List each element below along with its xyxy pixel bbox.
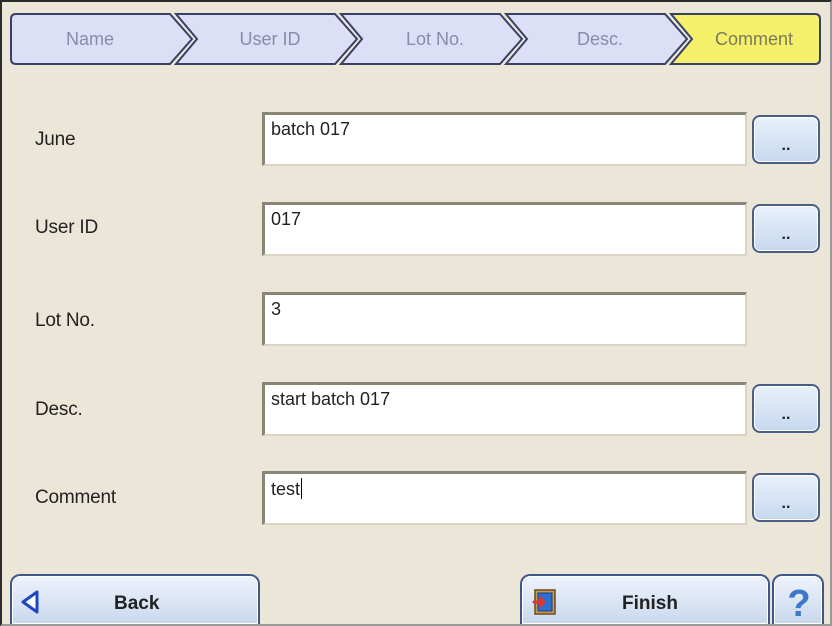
name-input[interactable]: batch 017	[262, 112, 747, 166]
step-name[interactable]: Name	[10, 13, 194, 65]
back-button-label: Back	[114, 593, 160, 614]
help-button[interactable]: ?	[772, 574, 824, 625]
comment-input[interactable]: test	[262, 471, 747, 525]
step-lot-no[interactable]: Lot No.	[338, 13, 524, 65]
ellipsis-icon: ..	[781, 226, 791, 243]
field-label-lot-no: Lot No.	[35, 310, 95, 331]
name-input-value: batch 017	[271, 119, 351, 139]
user-id-picker-button[interactable]: ..	[752, 204, 820, 253]
comment-input-value: test	[271, 479, 301, 499]
question-mark-icon: ?	[787, 583, 811, 625]
step-desc[interactable]: Desc.	[503, 13, 689, 65]
desc-input[interactable]: start batch 017	[262, 382, 747, 436]
step-user-id[interactable]: User ID	[173, 13, 359, 65]
field-label-desc: Desc.	[35, 399, 83, 420]
text-caret	[301, 478, 303, 499]
finish-button-label: Finish	[622, 593, 678, 614]
user-id-input[interactable]: 017	[262, 202, 747, 256]
step-desc-label: Desc.	[576, 29, 623, 49]
desc-input-value: start batch 017	[271, 389, 391, 409]
comment-picker-button[interactable]: ..	[752, 473, 820, 522]
field-label-name: June	[35, 129, 76, 150]
lot-no-input[interactable]: 3	[262, 292, 747, 346]
name-picker-button[interactable]: ..	[752, 115, 820, 164]
desc-picker-button[interactable]: ..	[752, 384, 820, 433]
step-lot-no-label: Lot No.	[405, 29, 465, 49]
wizard-steps: Name User ID Lot No. Desc. Comment	[10, 13, 832, 65]
left-triangle-icon	[21, 590, 39, 614]
back-button[interactable]: Back	[10, 574, 260, 624]
step-comment[interactable]: Comment	[668, 13, 821, 65]
step-name-label: Name	[65, 29, 114, 49]
step-user-id-label: User ID	[239, 29, 301, 49]
lot-no-input-value: 3	[271, 299, 282, 319]
user-id-input-value: 017	[271, 209, 302, 229]
ellipsis-icon: ..	[781, 406, 791, 423]
ellipsis-icon: ..	[781, 495, 791, 512]
field-label-comment: Comment	[35, 487, 116, 508]
step-comment-label: Comment	[714, 29, 794, 49]
finish-button[interactable]: Finish	[520, 574, 770, 624]
exit-door-icon	[532, 589, 556, 615]
field-label-user-id: User ID	[35, 217, 98, 238]
ellipsis-icon: ..	[781, 137, 791, 154]
